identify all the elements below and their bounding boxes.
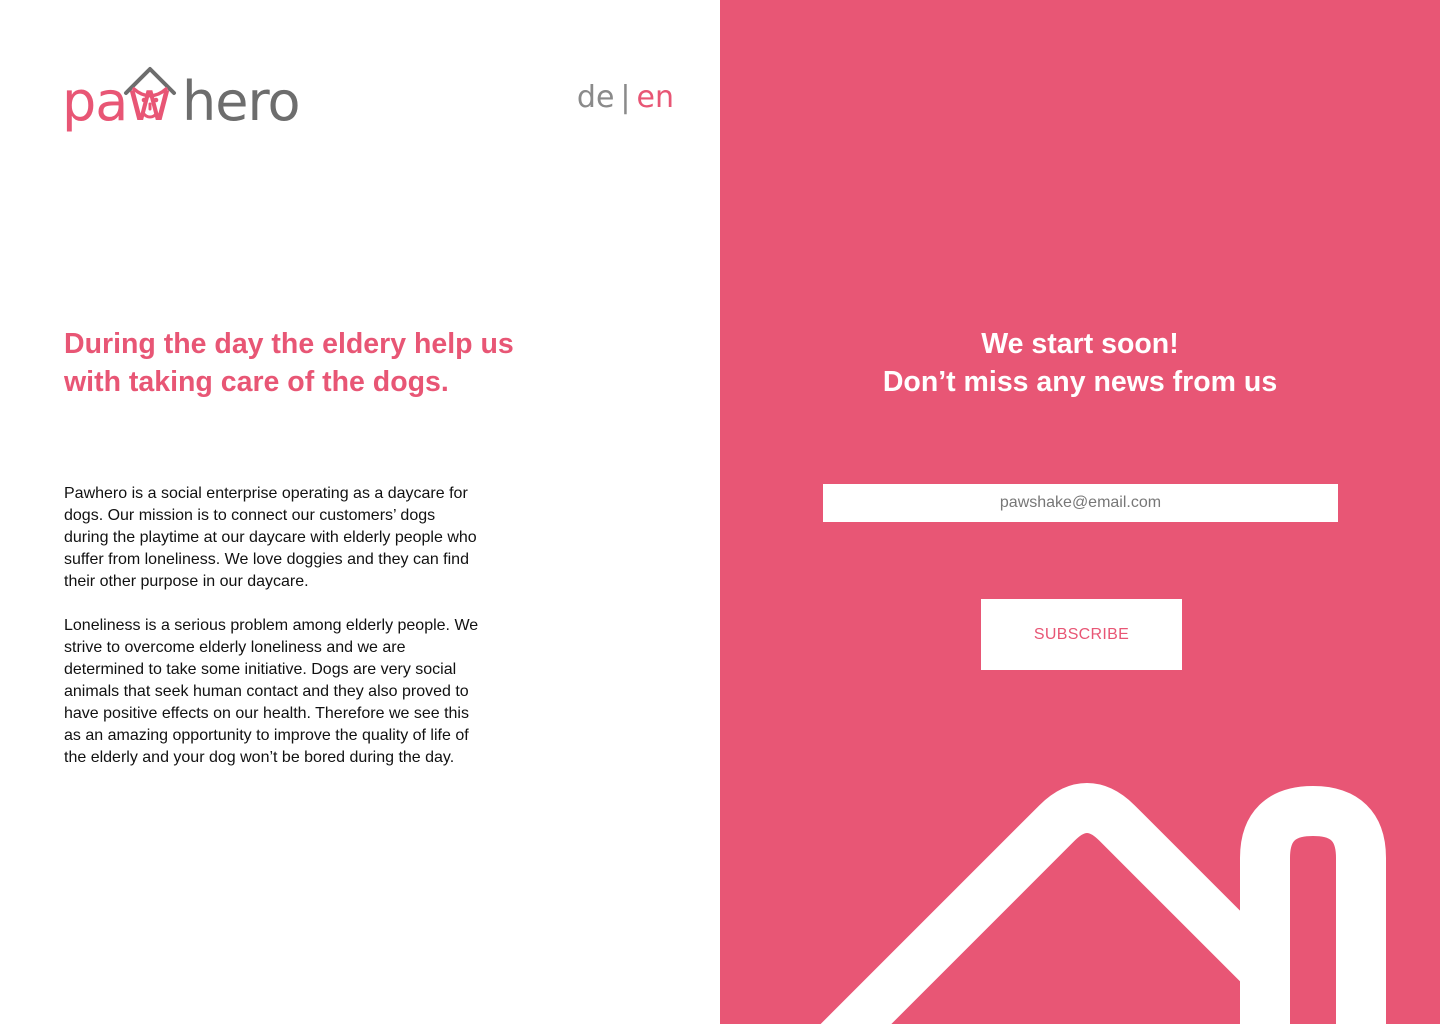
language-switch: de | en — [577, 80, 674, 116]
left-panel: paw hero de | en During the day the eldery… — [0, 0, 720, 1024]
description-paragraph-1: Pawhero is a social enterprise operating… — [64, 485, 477, 590]
page-headline: During the day the eldery help us with t… — [64, 328, 514, 398]
language-de-link[interactable]: de — [577, 80, 615, 115]
house-outline-icon — [820, 783, 1386, 1024]
pawhero-logo[interactable]: paw hero — [62, 62, 300, 132]
subscribe-panel: We start soon! Don’t miss any news from … — [720, 0, 1440, 1024]
description: Pawhero is a social enterprise operating… — [64, 483, 484, 769]
language-en-link[interactable]: en — [637, 80, 674, 115]
description-paragraph-2: Loneliness is a serious problem among el… — [64, 617, 479, 766]
logo-text-hero: hero — [182, 70, 300, 133]
language-separator: | — [620, 80, 631, 115]
dog-house-icon — [124, 67, 176, 119]
